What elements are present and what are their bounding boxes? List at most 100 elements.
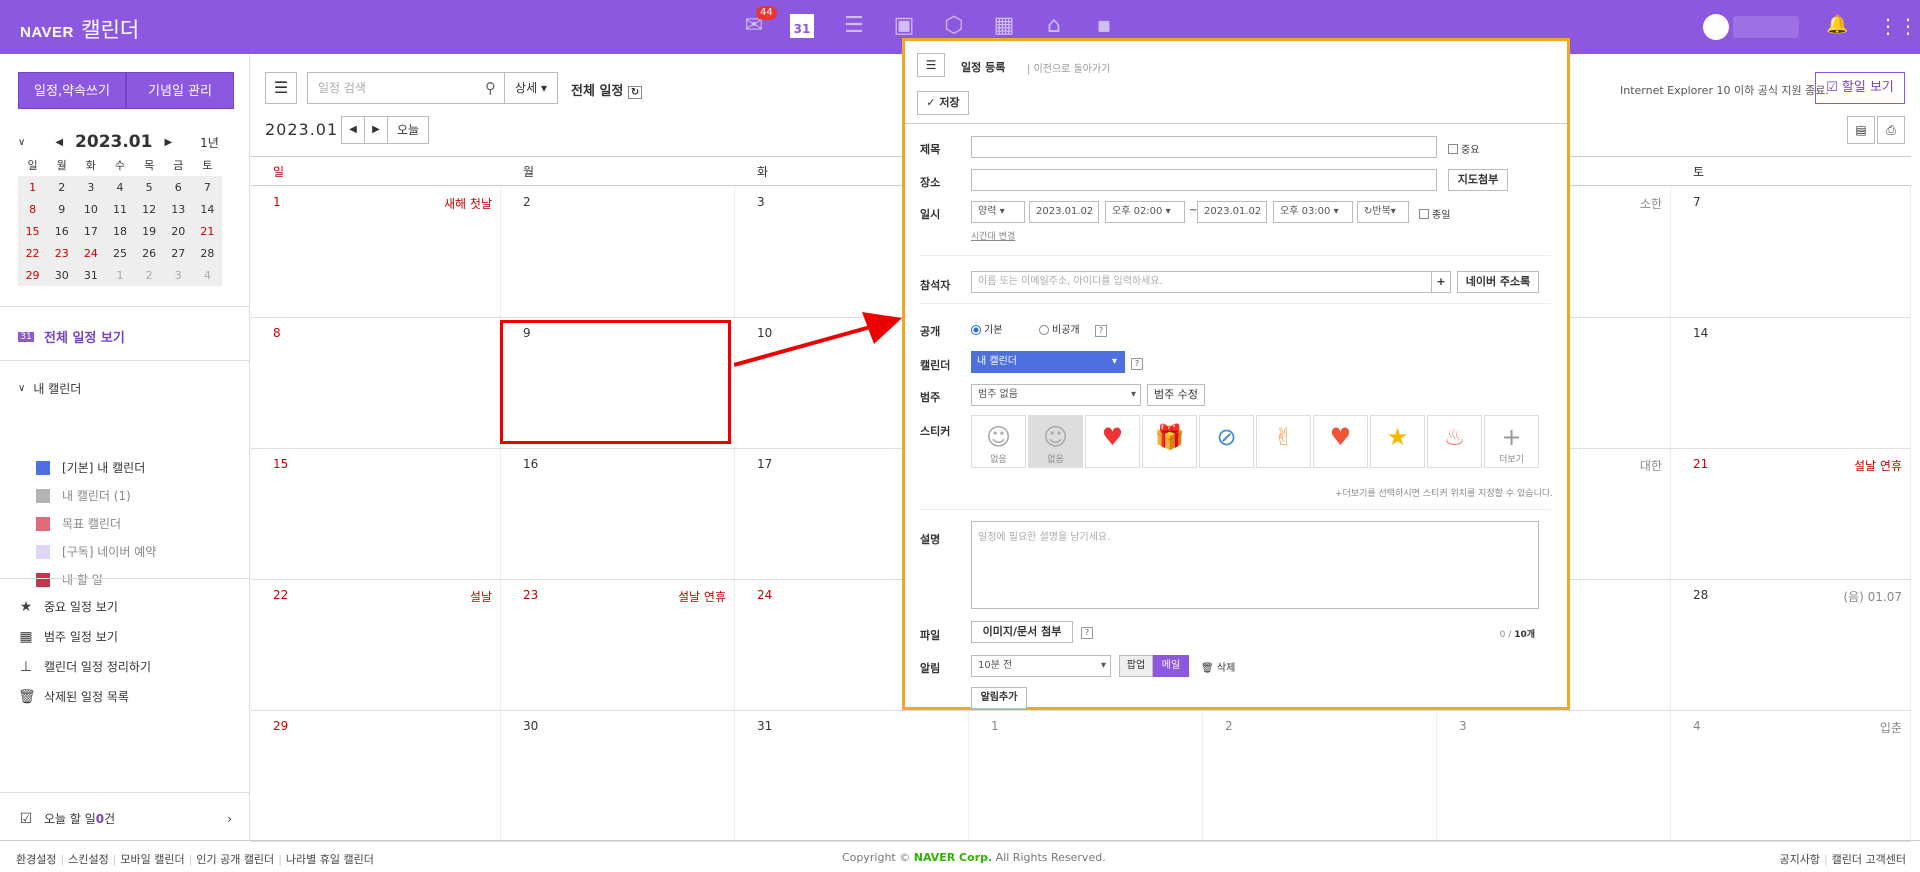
my-calendar-toggle[interactable]: ∨ 내 캘린더 [18,380,81,397]
day-cell[interactable]: 2 [1203,711,1437,842]
chevron-down-icon[interactable]: ∨ [18,137,25,148]
footer-link[interactable]: 모바일 캘린더 [120,853,184,866]
help-icon[interactable]: ? [1131,355,1143,370]
prev-month-button[interactable]: ◀ [341,116,365,144]
day-cell[interactable]: 15 [251,449,501,580]
day-cell[interactable]: 21 설날 연휴 [1671,449,1911,580]
detail-search-dropdown[interactable]: 상세 ▾ [504,72,558,104]
day-cell[interactable]: 22 설날 [251,580,501,711]
calendar-list-item[interactable]: [구독] 네이버 예약 [36,543,156,560]
sticker-cake[interactable]: ♨ [1427,415,1482,468]
day-cell[interactable]: 2 [501,187,735,318]
day-cell[interactable]: 31 [735,711,969,842]
calendar-type-select[interactable]: 양력 ▾ [971,201,1025,223]
public-private-radio[interactable]: 비공개 [1039,321,1080,336]
sticker-stamp[interactable]: ⊘ [1199,415,1254,468]
mini-day[interactable]: 16 [47,220,76,242]
sticker-more-button[interactable]: + 더보기 [1484,415,1539,468]
footer-link[interactable]: 환경설정 [16,853,56,866]
mini-day[interactable]: 12 [135,198,164,220]
important-schedule-link[interactable]: ★ 중요 일정 보기 [18,598,118,615]
day-cell[interactable]: 30 [501,711,735,842]
footer-link[interactable]: 스킨설정 [68,853,108,866]
today-button[interactable]: 오늘 [387,116,429,144]
mini-day[interactable]: 31 [76,264,105,286]
mini-day[interactable]: 22 [18,242,47,264]
all-schedule-link[interactable]: 31 전체 일정 보기 [18,327,125,346]
sticker-hand[interactable]: ✌ [1256,415,1311,468]
mini-day[interactable]: 8 [18,198,47,220]
category-edit-button[interactable]: 범주 수정 [1147,384,1205,406]
day-cell[interactable]: 29 [251,711,501,842]
today-todo-link[interactable]: ☑ 오늘 할 일 0건 › [18,810,232,827]
save-button[interactable]: ✓ 저장 [917,91,969,115]
day-cell[interactable]: 1 새해 첫날 [251,187,501,318]
mini-day[interactable]: 2 [47,176,76,198]
user-name[interactable] [1733,16,1799,38]
allday-checkbox[interactable]: 종일 [1419,206,1450,221]
list-icon[interactable]: ☰ [840,12,868,40]
mini-day[interactable]: 21 [193,220,222,242]
mini-day[interactable]: 26 [135,242,164,264]
alarm-popup-toggle[interactable]: 팝업 [1119,655,1153,677]
prev-month-icon[interactable]: ◀ [55,137,63,148]
help-icon[interactable]: ? [1081,624,1093,639]
calendar-list-item[interactable]: 내 할 일 [36,571,103,588]
mini-day[interactable]: 1 [18,176,47,198]
cleanup-schedule-link[interactable]: ⊥ 캘린더 일정 정리하기 [18,658,151,675]
home-icon[interactable]: ⌂ [1040,12,1068,40]
back-link[interactable]: | 이전으로 돌아가기 [1027,60,1110,75]
calendar-select[interactable]: 내 캘린더 ▾ [971,351,1125,373]
mini-day[interactable]: 24 [76,242,105,264]
anniversary-button[interactable]: 기념일 관리 [126,72,234,109]
footer-link[interactable]: 인기 공개 캘린더 [196,853,274,866]
day-cell[interactable]: 16 [501,449,735,580]
calendar-color-swatch[interactable] [36,544,50,559]
storage-icon[interactable]: ▪ [1090,12,1118,40]
notice-link[interactable]: 공지사항 [1779,853,1819,866]
calendar-list-item[interactable]: [기본] 내 캘린더 [36,459,145,476]
mini-day[interactable]: 18 [105,220,134,242]
naver-calendar-logo[interactable]: NAVER 캘린더 [20,14,139,44]
mini-day[interactable]: 27 [164,242,193,264]
mini-day[interactable]: 20 [164,220,193,242]
memo-icon[interactable]: ▦ [990,12,1018,40]
mini-day[interactable]: 6 [164,176,193,198]
sticker-none-selected[interactable]: ☺ 없음 [1028,415,1083,468]
mini-day[interactable]: 19 [135,220,164,242]
bell-icon[interactable]: 🔔 [1826,14,1848,35]
alarm-add-button[interactable]: 알림추가 [971,687,1027,709]
calendar-list-item[interactable]: 내 캘린더 (1) [36,487,131,504]
end-date-input[interactable]: 2023.01.02 [1197,201,1267,223]
mini-day[interactable]: 11 [105,198,134,220]
mini-day[interactable]: 29 [18,264,47,286]
day-cell[interactable]: 23 설날 연휴 [501,580,735,711]
avatar[interactable] [1703,14,1729,40]
one-year-link[interactable]: 1년 [200,134,219,151]
alarm-mail-toggle[interactable]: 메일 [1153,655,1189,677]
start-date-input[interactable]: 2023.01.02 [1029,201,1099,223]
mini-day[interactable]: 25 [105,242,134,264]
map-attach-button[interactable]: 지도첨부 [1448,169,1508,191]
mini-day[interactable]: 4 [193,264,222,286]
mini-day[interactable]: 3 [76,176,105,198]
day-cell[interactable]: 1 [969,711,1203,842]
important-checkbox[interactable]: 중요 [1448,141,1479,156]
public-basic-radio[interactable]: 기본 [971,321,1002,336]
mini-day[interactable]: 13 [164,198,193,220]
mini-day[interactable]: 17 [76,220,105,242]
save-view-icon[interactable]: ▤ [1847,116,1875,144]
day-cell[interactable]: 8 [251,318,501,449]
sticker-none-smile[interactable]: ☺ 없음 [971,415,1026,468]
attendee-add-button[interactable]: + [1431,271,1451,293]
menu-button[interactable]: ☰ [265,72,297,104]
mini-day[interactable]: 4 [105,176,134,198]
mini-day[interactable]: 15 [18,220,47,242]
app-grid-icon[interactable]: ⋮⋮ [1878,14,1918,38]
next-month-icon[interactable]: ▶ [164,137,172,148]
end-time-select[interactable]: 오후 03:00 ▾ [1273,201,1353,223]
next-month-button[interactable]: ▶ [364,116,388,144]
alarm-select[interactable]: 10분 전 ▾ [971,655,1111,677]
deleted-schedule-link[interactable]: 🗑 삭제된 일정 목록 [18,688,129,705]
write-schedule-button[interactable]: 일정,약속쓰기 [18,72,126,109]
